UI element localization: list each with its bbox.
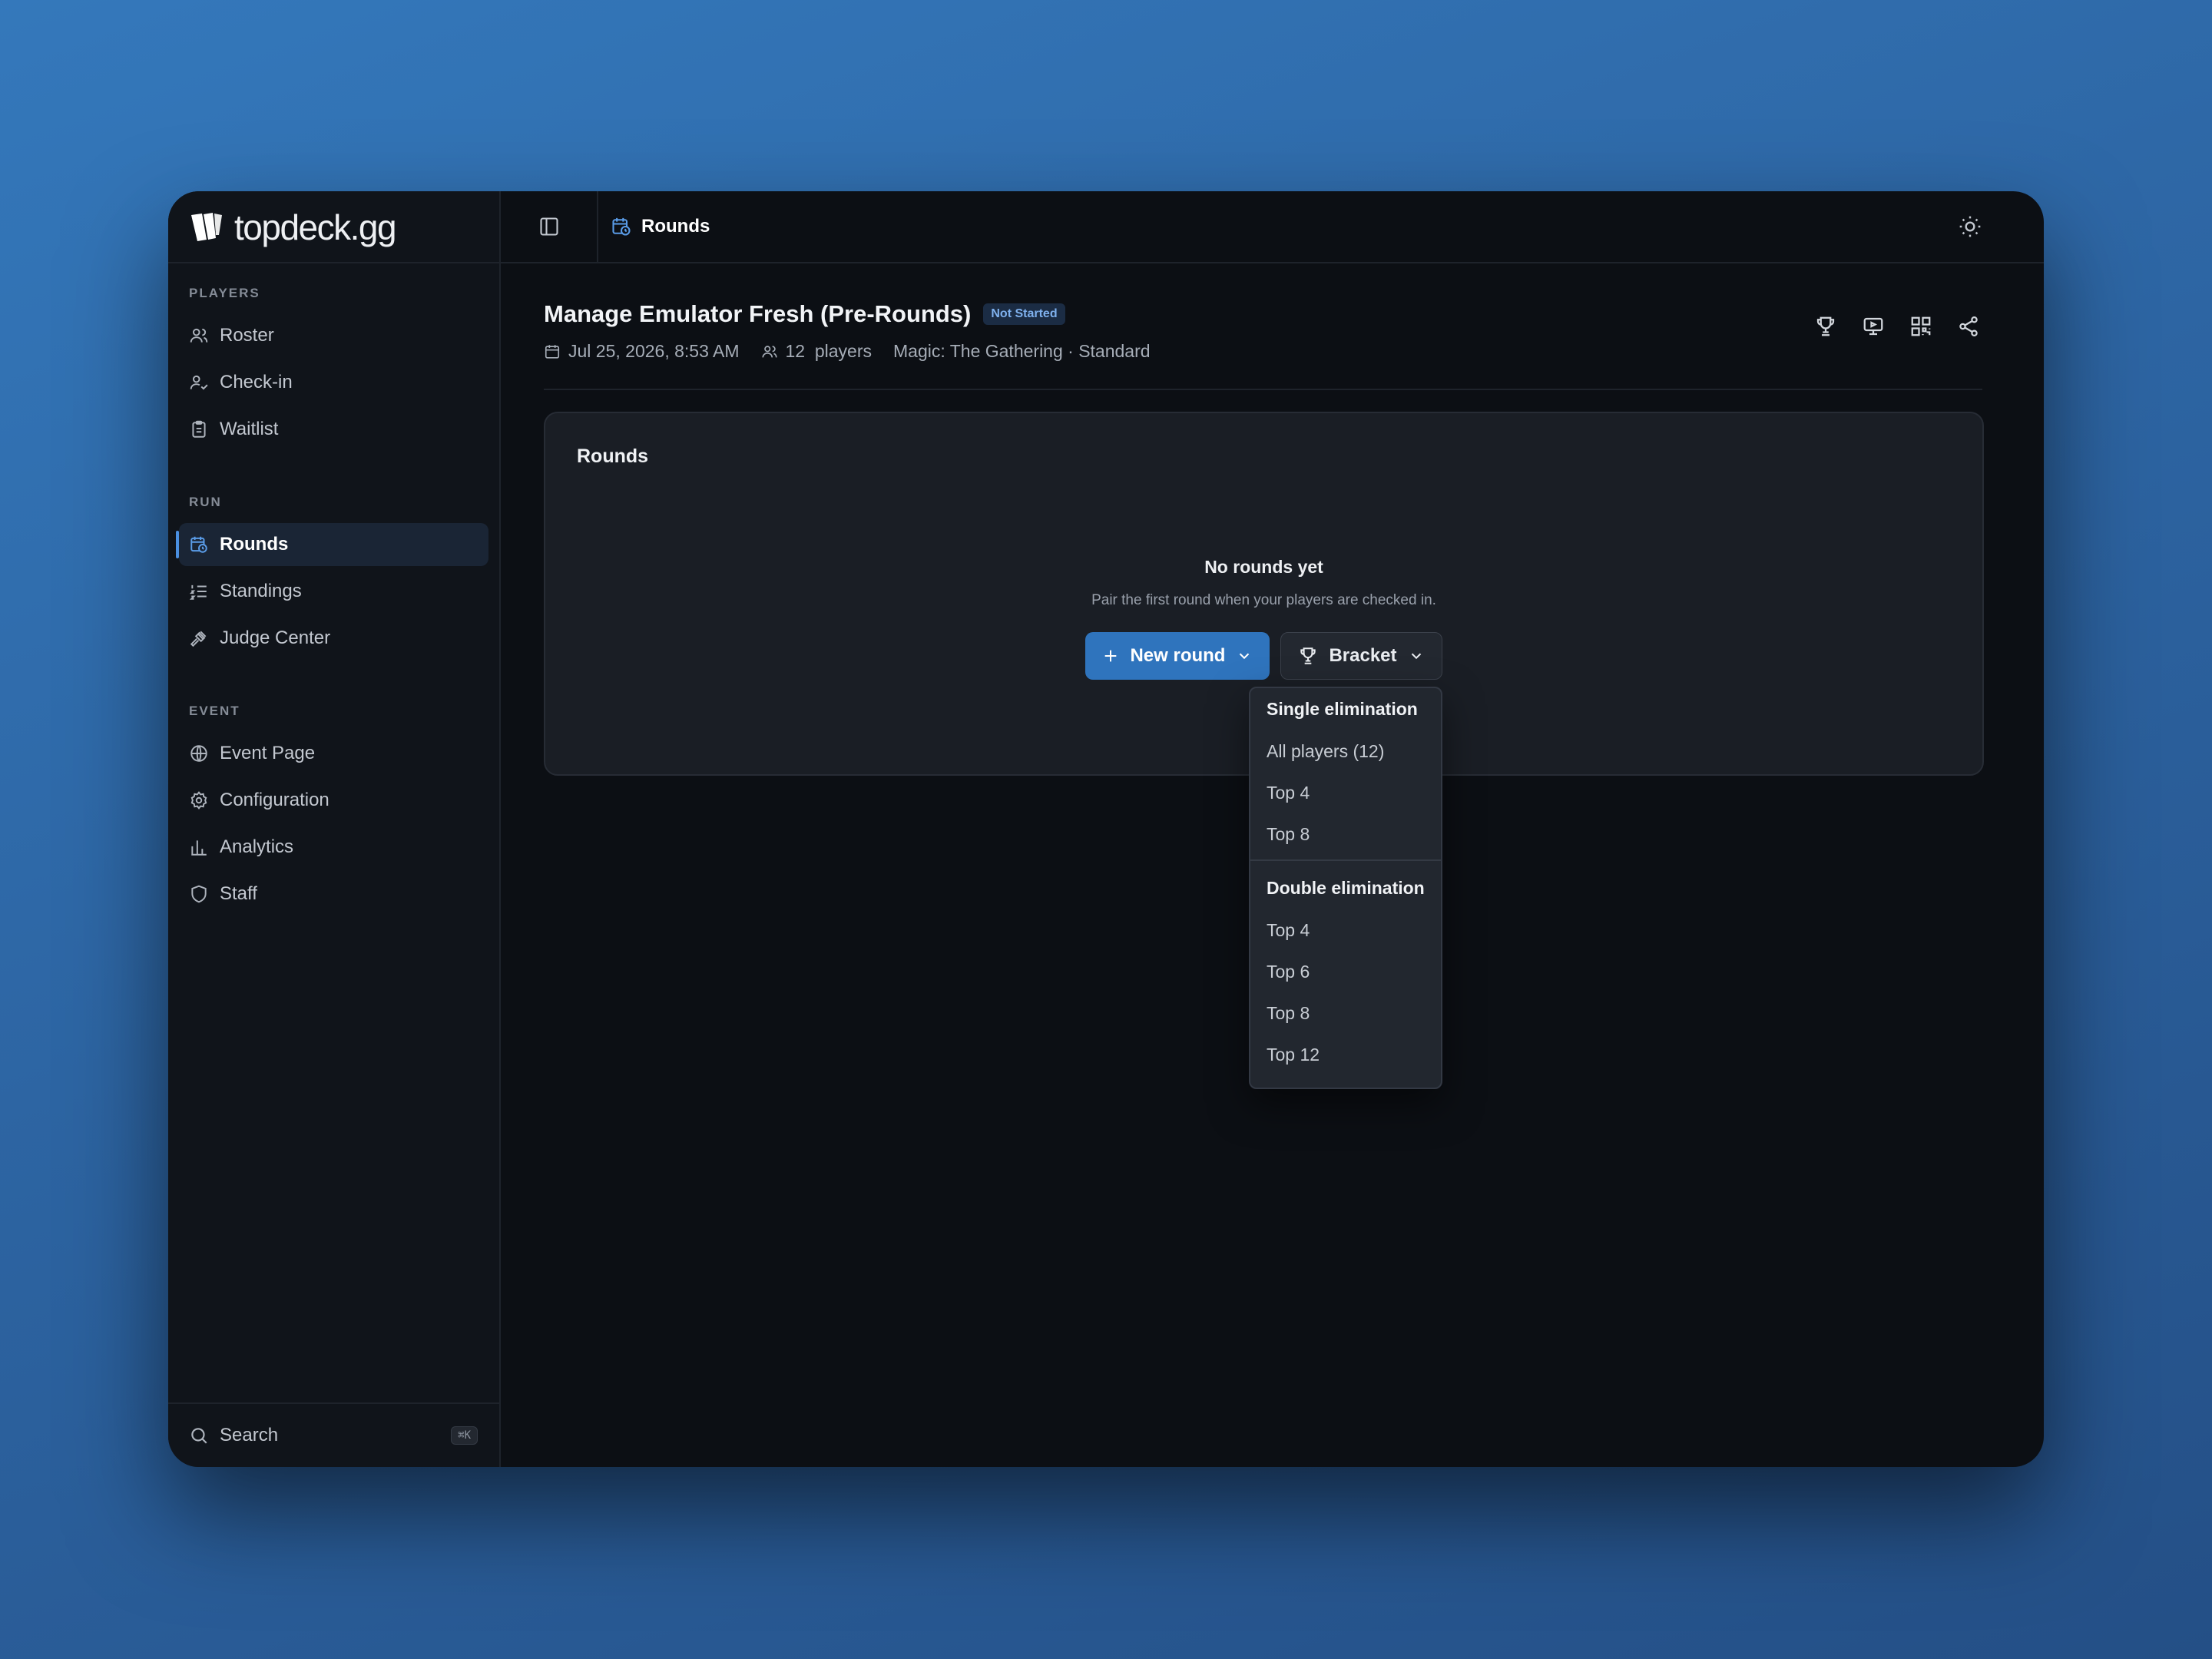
user-check-icon — [190, 375, 208, 390]
nav-section-label: RUN — [189, 495, 222, 509]
bracket-dropdown-menu: Single elimination All players (12) Top … — [1249, 687, 1442, 1089]
sidebar: topdeck.gg PLAYERS Roster Check-in Waitl… — [168, 191, 501, 1467]
menu-group-heading: Single elimination — [1267, 699, 1418, 719]
gavel-icon — [190, 631, 207, 647]
sidebar-item-label: Staff — [220, 883, 257, 904]
empty-state-actions: New round Bracket — [545, 632, 1982, 680]
sidebar-item-label: Analytics — [220, 836, 294, 857]
menu-item-double-top-12[interactable]: Top 12 — [1250, 1034, 1441, 1075]
sidebar-item-rounds[interactable]: Rounds — [176, 523, 488, 566]
event-players-text: 12 players — [785, 341, 873, 361]
qr-code-button[interactable] — [1907, 313, 1935, 340]
event-actions — [1792, 313, 1982, 340]
search-shortcut-badge: ⌘K — [451, 1426, 478, 1445]
sidebar-item-staff[interactable]: Staff — [179, 873, 488, 916]
trophy-icon — [1816, 316, 1835, 336]
menu-separator — [1250, 859, 1441, 861]
empty-state-description: Pair the first round when your players a… — [1091, 592, 1436, 608]
breadcrumb: Rounds — [611, 191, 710, 262]
trophy-icon — [1300, 647, 1316, 664]
nav-section-event: EVENT Event Page Configuration Analytics — [168, 700, 499, 919]
sidebar-divider — [168, 262, 499, 263]
present-button[interactable] — [1859, 313, 1887, 340]
menu-group-heading: Double elimination — [1267, 878, 1425, 898]
screen-play-icon — [1863, 317, 1883, 336]
search-icon — [191, 1428, 207, 1444]
menu-item-double-top-8[interactable]: Top 8 — [1250, 992, 1441, 1034]
content-divider — [544, 389, 1982, 390]
search-label: Search — [220, 1425, 279, 1445]
globe-icon — [190, 745, 207, 762]
sidebar-item-label: Configuration — [220, 790, 329, 810]
chevron-down-icon — [1411, 653, 1421, 660]
sidebar-item-analytics[interactable]: Analytics — [179, 826, 488, 869]
share-button[interactable] — [1955, 313, 1982, 340]
sun-icon — [1959, 216, 1981, 237]
trophy-button[interactable] — [1812, 313, 1839, 340]
new-round-label: New round — [1130, 645, 1226, 666]
search-button[interactable]: Search ⌘K — [168, 1402, 499, 1467]
sidebar-item-label: Rounds — [220, 534, 289, 555]
clipboard-icon — [192, 420, 206, 438]
calendar-icon — [545, 344, 560, 359]
chevron-down-icon — [1240, 653, 1250, 660]
menu-item-single-top-8[interactable]: Top 8 — [1250, 813, 1441, 855]
panel-left-icon — [539, 217, 558, 236]
topdeck-logo-icon — [191, 213, 222, 241]
nav-section-players: PLAYERS Roster Check-in Waitlist — [168, 282, 499, 455]
sidebar-toggle-button[interactable] — [501, 191, 598, 262]
nav-section-label: PLAYERS — [189, 286, 260, 300]
users-icon — [190, 328, 208, 343]
sidebar-item-judge-center[interactable]: Judge Center — [179, 617, 488, 660]
sidebar-item-label: Judge Center — [220, 628, 331, 648]
empty-state-title: No rounds yet — [1204, 557, 1323, 577]
users-icon — [761, 345, 777, 357]
sidebar-item-configuration[interactable]: Configuration — [179, 779, 488, 822]
event-title-row: Manage Emulator Fresh (Pre-Rounds) Not S… — [544, 300, 1065, 328]
sidebar-item-check-in[interactable]: Check-in — [179, 361, 488, 404]
status-badge: Not Started — [983, 303, 1065, 325]
menu-item-double-top-4[interactable]: Top 4 — [1250, 909, 1441, 951]
event-date-text: Jul 25, 2026, 8:53 AM — [568, 341, 740, 361]
bracket-button[interactable]: Bracket — [1280, 632, 1442, 680]
app-window: topdeck.gg PLAYERS Roster Check-in Waitl… — [168, 191, 2044, 1467]
event-game: Magic: The Gathering · Standard — [893, 341, 1151, 362]
calendar-clock-icon — [612, 217, 631, 236]
bracket-label: Bracket — [1329, 645, 1397, 666]
menu-item-double-top-6[interactable]: Top 6 — [1250, 951, 1441, 992]
qr-code-icon — [1911, 316, 1931, 336]
sidebar-item-label: Standings — [220, 581, 302, 601]
calendar-clock-icon — [190, 536, 207, 553]
event-meta: Jul 25, 2026, 8:53 AM 12 players Magic: … — [544, 341, 1172, 362]
menu-item-single-top-4[interactable]: Top 4 — [1250, 772, 1441, 813]
nav-section-run: RUN Rounds Standings Judge Center — [168, 491, 499, 664]
sidebar-item-label: Waitlist — [220, 419, 279, 439]
sidebar-item-label: Roster — [220, 325, 274, 346]
page-title: Manage Emulator Fresh (Pre-Rounds) — [544, 300, 972, 327]
bar-chart-icon — [191, 840, 207, 856]
sidebar-item-event-page[interactable]: Event Page — [179, 732, 488, 775]
theme-toggle-button[interactable] — [1958, 214, 1982, 239]
event-game-text: Magic: The Gathering · Standard — [893, 341, 1151, 361]
sidebar-item-label: Event Page — [220, 743, 316, 763]
list-ordered-icon — [189, 584, 207, 600]
new-round-button[interactable]: New round — [1085, 632, 1270, 680]
nav-section-label: EVENT — [189, 704, 240, 718]
shield-icon — [191, 885, 207, 903]
share-icon — [1959, 316, 1978, 336]
sidebar-item-roster[interactable]: Roster — [179, 314, 488, 357]
breadcrumb-current: Rounds — [641, 216, 710, 237]
brand-logo[interactable]: topdeck.gg — [190, 207, 397, 247]
card-title: Rounds — [577, 445, 649, 467]
event-date: Jul 25, 2026, 8:53 AM — [544, 341, 740, 362]
event-players: 12 players — [761, 341, 873, 362]
brand-name: topdeck.gg — [234, 207, 397, 247]
sidebar-item-label: Check-in — [220, 372, 293, 392]
sidebar-item-waitlist[interactable]: Waitlist — [179, 408, 488, 451]
sidebar-item-standings[interactable]: Standings — [179, 570, 488, 613]
gear-icon — [190, 791, 207, 810]
top-header: Rounds — [501, 191, 2044, 263]
menu-item-single-all-players[interactable]: All players (12) — [1250, 730, 1441, 772]
plus-icon — [1105, 650, 1117, 662]
